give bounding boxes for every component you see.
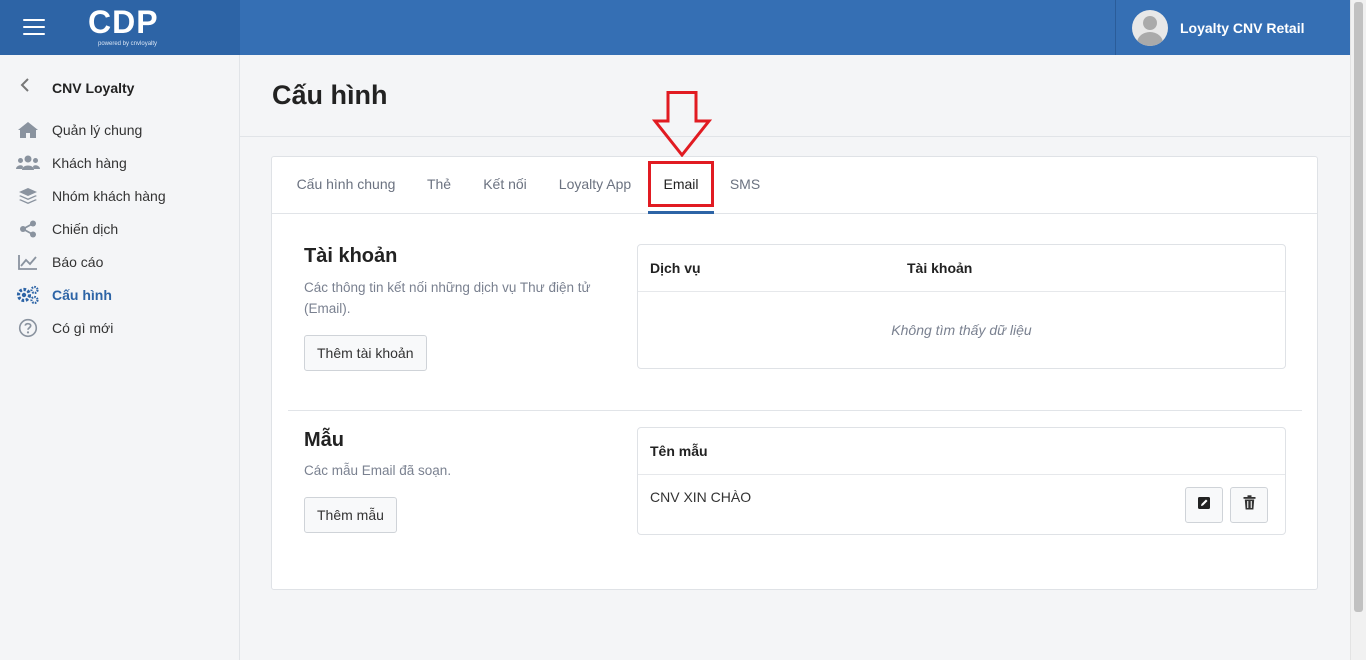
sidebar-item-label: Chiến dịch: [52, 221, 119, 237]
sidebar-item-label: Báo cáo: [52, 254, 104, 270]
table-divider: [638, 291, 1285, 292]
column-header-dich-vu: Dịch vụ: [650, 260, 701, 276]
sidebar-item-label: Nhóm khách hàng: [52, 188, 166, 204]
chevron-left-icon: [20, 77, 44, 98]
chart-line-icon: [16, 252, 40, 272]
annotation-arrow-icon: [652, 91, 712, 157]
brand-area: CDP powered by cnvloyalty: [0, 0, 240, 55]
tab-ket-noi[interactable]: Kết nối: [480, 157, 530, 214]
sidebar-item-cau-hinh[interactable]: Cấu hình: [16, 283, 112, 307]
annotation-highlight-box: [648, 161, 714, 207]
table-row-template-name: CNV XIN CHÀO: [650, 489, 752, 505]
account-section-title: Tài khoản: [304, 245, 398, 267]
sidebar-item-quan-ly-chung[interactable]: Quản lý chung: [16, 118, 142, 142]
logo-subtitle: powered by cnvloyalty: [98, 41, 158, 47]
empty-state-text: Không tìm thấy dữ liệu: [891, 322, 1032, 338]
sidebar-back-link[interactable]: CNV Loyalty: [20, 77, 134, 98]
column-header-tai-khoan: Tài khoản: [907, 260, 973, 276]
table-divider: [638, 474, 1285, 475]
trash-icon: [1243, 495, 1256, 515]
sidebar-item-khach-hang[interactable]: Khách hàng: [16, 151, 127, 175]
sidebar-item-label: Quản lý chung: [52, 122, 143, 138]
sidebar-back-label: CNV Loyalty: [52, 79, 135, 96]
sidebar-item-chien-dich[interactable]: Chiến dịch: [16, 217, 118, 241]
tab-sms[interactable]: SMS: [724, 157, 766, 214]
home-icon: [16, 120, 40, 140]
sidebar-item-label: Có gì mới: [52, 320, 114, 336]
tab-cau-hinh-chung[interactable]: Cấu hình chung: [296, 157, 396, 214]
sidebar-item-bao-cao[interactable]: Báo cáo: [16, 250, 103, 274]
edit-icon: [1197, 496, 1211, 515]
page-title: Cấu hình: [272, 80, 388, 110]
gears-icon: [16, 285, 40, 305]
share-icon: [16, 219, 40, 239]
tab-bar: Cấu hình chung Thẻ Kết nối Loyalty App E…: [272, 157, 1317, 214]
sidebar: CNV Loyalty Quản lý chung Khách hàng Nhó…: [0, 55, 240, 660]
column-header-ten-mau: Tên mẫu: [650, 443, 708, 459]
question-circle-icon: [16, 318, 40, 338]
sidebar-item-label: Cấu hình: [52, 287, 112, 303]
edit-template-button[interactable]: [1185, 487, 1223, 523]
scrollbar-thumb[interactable]: [1354, 2, 1363, 612]
hamburger-menu-icon[interactable]: [23, 19, 45, 35]
add-account-button[interactable]: Thêm tài khoản: [304, 335, 427, 371]
page-header: Cấu hình: [240, 55, 1350, 137]
layers-icon: [16, 186, 40, 206]
account-table: Dịch vụ Tài khoản Không tìm thấy dữ liệu: [637, 244, 1286, 369]
sidebar-item-nhom-khach-hang[interactable]: Nhóm khách hàng: [16, 184, 166, 208]
template-section-title: Mẫu: [304, 429, 344, 451]
users-icon: [16, 153, 40, 173]
sidebar-item-label: Khách hàng: [52, 155, 127, 171]
account-section-description: Các thông tin kết nối những dịch vụ Thư …: [304, 280, 591, 316]
template-section-description: Các mẫu Email đã soạn.: [304, 463, 452, 478]
template-table: Tên mẫu CNV XIN CHÀO: [637, 427, 1286, 535]
user-name: Loyalty CNV Retail: [1180, 19, 1305, 36]
tab-loyalty-app[interactable]: Loyalty App: [554, 157, 636, 214]
logo[interactable]: CDP: [88, 4, 159, 41]
page-scrollbar[interactable]: [1350, 0, 1366, 660]
user-menu[interactable]: Loyalty CNV Retail: [1115, 0, 1350, 55]
delete-template-button[interactable]: [1230, 487, 1268, 523]
sidebar-item-co-gi-moi[interactable]: Có gì mới: [16, 316, 113, 340]
tab-the[interactable]: Thẻ: [422, 157, 456, 214]
section-divider: [288, 410, 1302, 411]
avatar: [1132, 9, 1168, 46]
add-template-button[interactable]: Thêm mẫu: [304, 497, 397, 533]
settings-card: Cấu hình chung Thẻ Kết nối Loyalty App E…: [271, 156, 1318, 590]
top-bar: CDP powered by cnvloyalty Loyalty CNV Re…: [0, 0, 1350, 55]
